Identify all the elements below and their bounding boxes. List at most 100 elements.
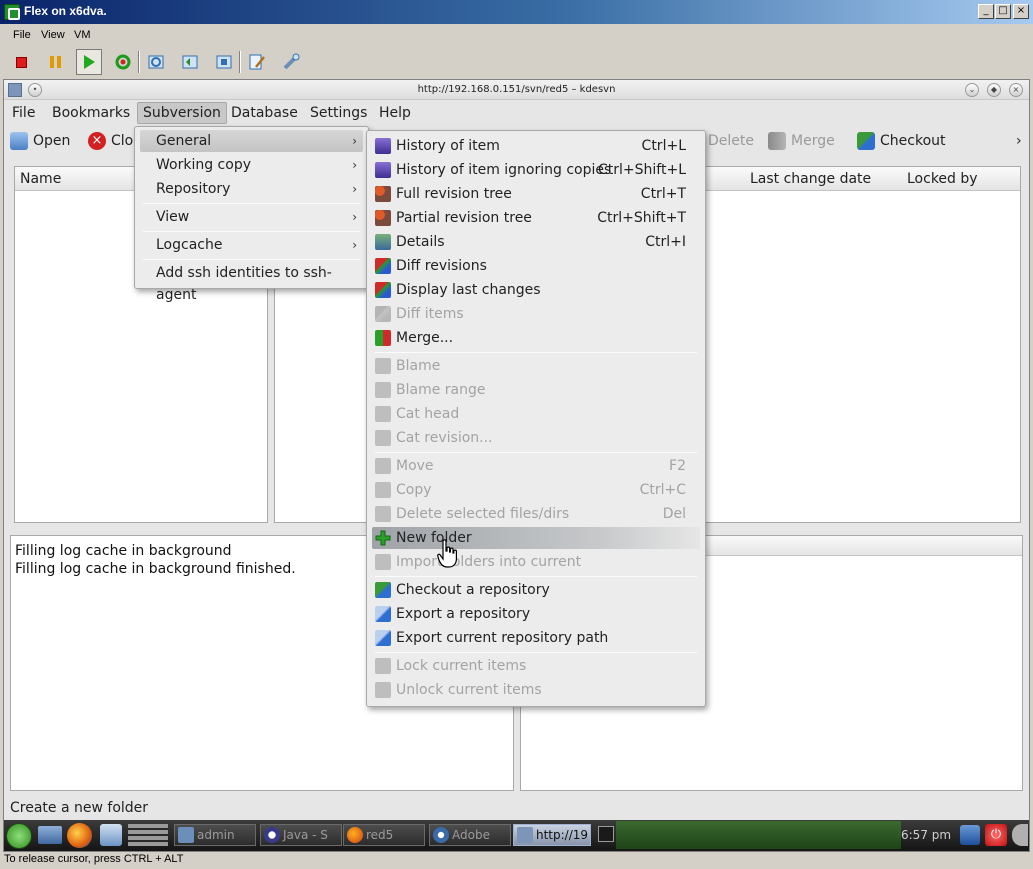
tools-icon[interactable] <box>278 49 304 75</box>
shortcut-label: Del <box>662 506 686 522</box>
open-icon <box>10 132 28 150</box>
toolbar-overflow-icon[interactable]: › <box>1016 130 1022 152</box>
chevron-right-icon: › <box>352 134 357 148</box>
submenu-item-unlock-current-items[interactable]: Unlock current items <box>372 679 700 701</box>
submenu-item-label: Move <box>396 458 434 474</box>
menu-database[interactable]: Database <box>226 102 303 124</box>
submenu-item-export-current-repository-path[interactable]: Export current repository path <box>372 627 700 649</box>
submenu-item-details[interactable]: Details Ctrl+I <box>372 231 700 253</box>
kde-minimize-button[interactable]: ⌄ <box>965 83 979 97</box>
delete-button[interactable]: Delete <box>708 130 754 152</box>
taskbar-item-admin[interactable]: admin <box>174 824 256 846</box>
power-icon[interactable]: ⏻ <box>985 824 1007 846</box>
submenu-item-diff-revisions[interactable]: Diff revisions <box>372 255 700 277</box>
cat-icon <box>375 430 391 446</box>
submenu-item-label: Copy <box>396 482 432 498</box>
menu-item-add-ssh-identities[interactable]: Add ssh identities to ssh-agent <box>140 262 363 303</box>
submenu-item-history-of-item-ignoring-copies[interactable]: History of item ignoring copies Ctrl+Shif… <box>372 159 700 181</box>
revert-snapshot-icon[interactable] <box>177 49 203 75</box>
file-manager-launcher-icon[interactable] <box>100 824 122 846</box>
menu-item-logcache[interactable]: Logcache › <box>140 234 363 256</box>
pause-icon[interactable] <box>42 49 68 75</box>
lock-screen-icon[interactable] <box>960 825 980 845</box>
tray-widget-icon[interactable] <box>1012 824 1028 846</box>
submenu-item-blame[interactable]: Blame <box>372 355 700 377</box>
start-menu-icon[interactable] <box>6 823 32 849</box>
vm-menu-view[interactable]: View <box>41 29 65 41</box>
taskbar-item-label: Java - S <box>283 828 328 842</box>
eclipse-icon <box>264 827 280 843</box>
taskbar-item-label: red5 <box>366 828 394 842</box>
stop-icon[interactable] <box>8 49 34 75</box>
shortcut-label: Ctrl+I <box>645 234 686 250</box>
checkout-button[interactable]: Checkout <box>857 130 946 152</box>
kde-maximize-button[interactable]: ◆ <box>987 83 1001 97</box>
column-name[interactable]: Name <box>20 171 61 187</box>
menu-settings[interactable]: Settings <box>305 102 372 124</box>
menu-item-label: Logcache <box>156 237 223 253</box>
submenu-item-new-folder[interactable]: New folder <box>372 527 700 549</box>
kde-close-button[interactable]: × <box>1009 83 1023 97</box>
taskbar-item-kdesvn[interactable]: http://19 <box>513 824 591 846</box>
submenu-item-history-of-item[interactable]: History of item Ctrl+L <box>372 135 700 157</box>
log-line: Filling log cache in background <box>15 543 232 559</box>
export-icon <box>375 606 391 622</box>
submenu-item-move[interactable]: Move F2 <box>372 455 700 477</box>
menu-item-repository[interactable]: Repository › <box>140 178 363 200</box>
terminal-icon[interactable] <box>598 826 614 842</box>
merge-icon <box>768 132 786 150</box>
menu-help[interactable]: Help <box>374 102 416 124</box>
kdesvn-icon <box>517 827 533 843</box>
submenu-item-full-revision-tree[interactable]: Full revision tree Ctrl+T <box>372 183 700 205</box>
submenu-item-partial-revision-tree[interactable]: Partial revision tree Ctrl+Shift+T <box>372 207 700 229</box>
submenu-item-merge[interactable]: Merge... <box>372 327 700 349</box>
close-repo-button[interactable]: × Clo <box>88 130 133 152</box>
edit-settings-icon[interactable] <box>244 49 270 75</box>
refresh-icon[interactable] <box>110 49 136 75</box>
vm-menu-file[interactable]: File <box>13 29 31 41</box>
menu-bookmarks[interactable]: Bookmarks <box>47 102 135 124</box>
menu-item-general[interactable]: General › <box>140 130 363 152</box>
submenu-item-delete-selected-files-dirs[interactable]: Delete selected files/dirs Del <box>372 503 700 525</box>
submenu-item-cat-revision[interactable]: Cat revision... <box>372 427 700 449</box>
unlock-icon <box>375 682 391 698</box>
merge-button[interactable]: Merge <box>768 130 835 152</box>
taskbar-item-java[interactable]: Java - S <box>260 824 342 846</box>
submenu-item-copy[interactable]: Copy Ctrl+C <box>372 479 700 501</box>
menu-file[interactable]: File <box>7 102 40 124</box>
taskbar-item-red5[interactable]: red5 <box>343 824 425 846</box>
chevron-right-icon: › <box>352 182 357 196</box>
snapshot-icon[interactable] <box>143 49 169 75</box>
minimize-button[interactable]: _ <box>978 4 994 19</box>
show-desktop-icon[interactable] <box>38 826 62 844</box>
delete-icon <box>375 506 391 522</box>
window-titlebar: Flex on x6dva. _ □ × <box>0 0 1033 24</box>
pager-icon[interactable] <box>128 824 168 846</box>
menu-item-view[interactable]: View › <box>140 206 363 228</box>
submenu-item-export-a-repository[interactable]: Export a repository <box>372 603 700 625</box>
taskbar-item-adobe[interactable]: Adobe <box>429 824 511 846</box>
firefox-icon <box>347 827 363 843</box>
submenu-item-import-folders-into-current[interactable]: Import folders into current <box>372 551 700 573</box>
submenu-item-blame-range[interactable]: Blame range <box>372 379 700 401</box>
menu-subversion[interactable]: Subversion <box>137 102 227 124</box>
maximize-button[interactable]: □ <box>995 4 1011 19</box>
submenu-item-display-last-changes[interactable]: Display last changes <box>372 279 700 301</box>
close-button[interactable]: × <box>1013 4 1029 19</box>
manage-snapshots-icon[interactable] <box>211 49 237 75</box>
clock[interactable]: 6:57 pm <box>901 828 951 842</box>
menu-item-working-copy[interactable]: Working copy › <box>140 154 363 176</box>
submenu-item-diff-items[interactable]: Diff items <box>372 303 700 325</box>
submenu-item-label: Display last changes <box>396 282 541 298</box>
column-last-change-date[interactable]: Last change date <box>750 171 871 187</box>
column-locked-by[interactable]: Locked by <box>907 171 978 187</box>
vmware-icon <box>4 4 20 20</box>
submenu-item-lock-current-items[interactable]: Lock current items <box>372 655 700 677</box>
firefox-launcher-icon[interactable] <box>67 823 92 848</box>
submenu-item-cat-head[interactable]: Cat head <box>372 403 700 425</box>
taskbar-item-label: Adobe <box>452 828 490 842</box>
vm-menu-vm[interactable]: VM <box>74 29 91 41</box>
open-button[interactable]: Open <box>10 130 70 152</box>
play-icon[interactable] <box>76 49 102 75</box>
submenu-item-checkout-a-repository[interactable]: Checkout a repository <box>372 579 700 601</box>
